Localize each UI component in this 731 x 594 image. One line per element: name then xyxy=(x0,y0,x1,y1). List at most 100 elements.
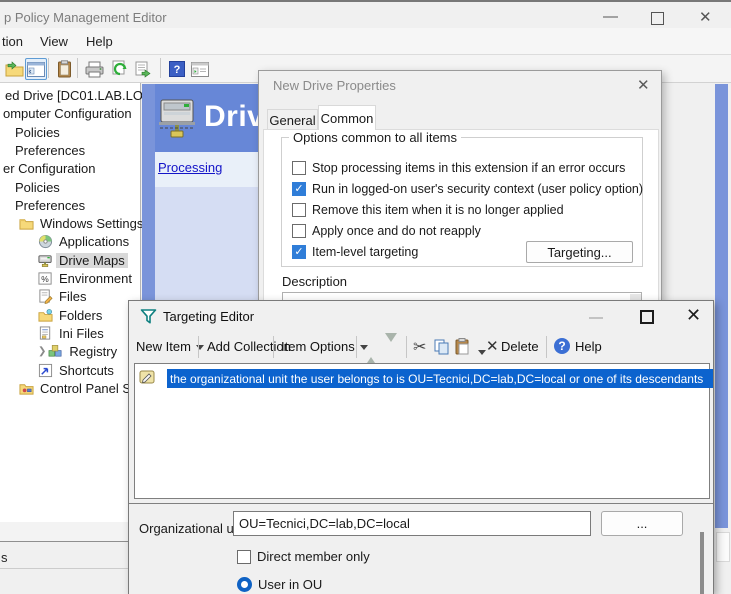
tree-item-registry[interactable]: ❯Registry xyxy=(38,342,120,360)
ini-file-icon xyxy=(38,326,53,341)
file-pencil-icon xyxy=(38,289,53,304)
close-icon[interactable]: ✕ xyxy=(637,76,650,94)
folder-icon xyxy=(19,216,34,231)
option-row[interactable]: ✓Item-level targeting xyxy=(292,244,418,260)
list-item[interactable]: the organizational unit the user belongs… xyxy=(139,367,156,386)
console-tree-pane: ed Drive [DC01.LAB.LOCAomputer Configura… xyxy=(0,83,141,594)
targeting-editor-dialog: Targeting Editor ✕ New Item Add Collecti… xyxy=(128,300,714,594)
tree-item-er-configuration[interactable]: er Configuration xyxy=(0,159,99,177)
truncated-status-text: s xyxy=(1,550,8,565)
targeting-button[interactable]: Targeting... xyxy=(526,241,633,263)
tree-item-policies[interactable]: Policies xyxy=(12,178,63,196)
browse-button[interactable]: ... xyxy=(601,511,683,536)
organizational-unit-input[interactable]: OU=Tecnici,DC=lab,DC=local xyxy=(233,511,591,536)
close-button[interactable]: ✕ xyxy=(699,8,712,26)
tree-item-label: Ini Files xyxy=(56,326,107,341)
selected-targeting-item[interactable]: the organizational unit the user belongs… xyxy=(167,369,713,388)
checkbox[interactable] xyxy=(292,224,306,238)
option-row[interactable]: ✓Run in logged-on user's security contex… xyxy=(292,181,643,197)
menu-action[interactable]: tion xyxy=(2,34,23,49)
clipboard-icon[interactable] xyxy=(53,58,75,80)
targeting-items-list[interactable]: the organizational unit the user belongs… xyxy=(134,363,710,499)
tree-item-environment[interactable]: %Environment xyxy=(38,269,135,287)
funnel-icon xyxy=(140,308,157,325)
close-icon[interactable]: ✕ xyxy=(686,305,701,326)
panel-scrollbar-thumb[interactable] xyxy=(700,532,704,594)
tree-item-drive-maps[interactable]: Drive Maps xyxy=(38,251,128,269)
tree-item-windows-settings[interactable]: Windows Settings xyxy=(19,214,146,232)
tree-item-label: Applications xyxy=(56,234,132,249)
checkbox-checked[interactable]: ✓ xyxy=(292,245,306,259)
maximize-button[interactable] xyxy=(651,12,664,25)
tab-common[interactable]: Common xyxy=(318,105,376,130)
menu-view[interactable]: View xyxy=(40,34,68,49)
control-panel-icon xyxy=(19,381,34,396)
minimize-button[interactable]: — xyxy=(603,8,618,25)
move-down-icon[interactable] xyxy=(385,342,397,357)
tree-item-label: Policies xyxy=(12,180,63,195)
user-in-ou-radio[interactable] xyxy=(237,577,252,592)
tree-item-omputer-configuration[interactable]: omputer Configuration xyxy=(0,104,135,122)
printer-icon[interactable] xyxy=(83,58,105,80)
help-icon[interactable]: ? xyxy=(166,58,188,80)
checkbox[interactable] xyxy=(292,161,306,175)
direct-member-only-row[interactable]: Direct member only xyxy=(237,549,370,564)
drive-maps-header-icon xyxy=(158,96,198,140)
tree-item-folders[interactable]: Folders xyxy=(38,306,105,324)
item-options-button[interactable]: Item Options xyxy=(281,339,368,354)
direct-member-checkbox[interactable] xyxy=(237,550,251,564)
user-in-ou-row[interactable]: User in OU xyxy=(237,577,322,592)
menu-help[interactable]: Help xyxy=(86,34,113,49)
delete-icon[interactable]: ✕ xyxy=(486,337,499,355)
export-list-icon[interactable] xyxy=(133,58,155,80)
folder-new-icon xyxy=(38,308,53,323)
toolbar-separator xyxy=(546,336,547,358)
shortcut-icon xyxy=(38,363,53,378)
delete-button[interactable]: Delete xyxy=(501,339,539,354)
paste-dropdown[interactable] xyxy=(473,344,486,359)
expand-chevron-icon[interactable]: ❯ xyxy=(38,346,46,357)
paste-icon[interactable] xyxy=(455,338,470,355)
tree-item-files[interactable]: Files xyxy=(38,287,89,305)
processing-tab-row: Processing xyxy=(155,152,258,187)
toolbar-separator xyxy=(160,58,161,78)
refresh-icon[interactable] xyxy=(109,58,131,80)
tree-item-shortcuts[interactable]: Shortcuts xyxy=(38,361,117,379)
cut-icon[interactable]: ✂ xyxy=(413,337,426,357)
tree-item-ini-files[interactable]: Ini Files xyxy=(38,324,107,342)
option-label: Stop processing items in this extension … xyxy=(312,161,625,175)
add-collection-button[interactable]: Add Collection xyxy=(207,339,291,354)
tree-item-preferences[interactable]: Preferences xyxy=(12,141,88,159)
back-folder-icon[interactable] xyxy=(3,58,25,80)
toolbar-separator xyxy=(48,58,49,78)
targeting-toolbar: New Item Add Collection Item Options ✂ ✕… xyxy=(129,332,713,362)
copy-icon[interactable] xyxy=(434,339,450,355)
tree-horizontal-scrollbar[interactable] xyxy=(0,522,128,541)
help-icon[interactable]: ? xyxy=(554,338,570,354)
help-button[interactable]: Help xyxy=(575,339,602,354)
tree-item-label: er Configuration xyxy=(0,161,99,176)
minimize-button[interactable] xyxy=(589,317,603,319)
maximize-button[interactable] xyxy=(640,310,654,324)
option-row[interactable]: Remove this item when it is no longer ap… xyxy=(292,202,564,218)
tree-item-ed-drive-dc01-lab-loca[interactable]: ed Drive [DC01.LAB.LOCA xyxy=(2,86,164,104)
new-item-button[interactable]: New Item xyxy=(136,339,204,354)
option-row[interactable]: Apply once and do not reapply xyxy=(292,223,481,239)
console-window-icon[interactable] xyxy=(25,58,47,80)
divider xyxy=(0,568,128,569)
bottom-left-panel: s xyxy=(0,542,128,594)
option-row[interactable]: Stop processing items in this extension … xyxy=(292,160,625,176)
tree-item-preferences[interactable]: Preferences xyxy=(12,196,88,214)
tree-item-applications[interactable]: Applications xyxy=(38,232,132,250)
options-group-title: Options common to all items xyxy=(289,130,461,145)
checkbox-checked[interactable]: ✓ xyxy=(292,182,306,196)
checkbox[interactable] xyxy=(292,203,306,217)
window-scrollbar[interactable] xyxy=(716,532,730,562)
console-tree-icon[interactable] xyxy=(189,58,211,80)
processing-link[interactable]: Processing xyxy=(158,160,222,175)
tree-item-label: Environment xyxy=(56,271,135,286)
move-up-icon[interactable] xyxy=(365,342,377,357)
tree-item-policies[interactable]: Policies xyxy=(12,123,63,141)
tab-general[interactable]: General xyxy=(267,109,318,130)
organizational-unit-label: Organizational unit xyxy=(139,521,247,536)
